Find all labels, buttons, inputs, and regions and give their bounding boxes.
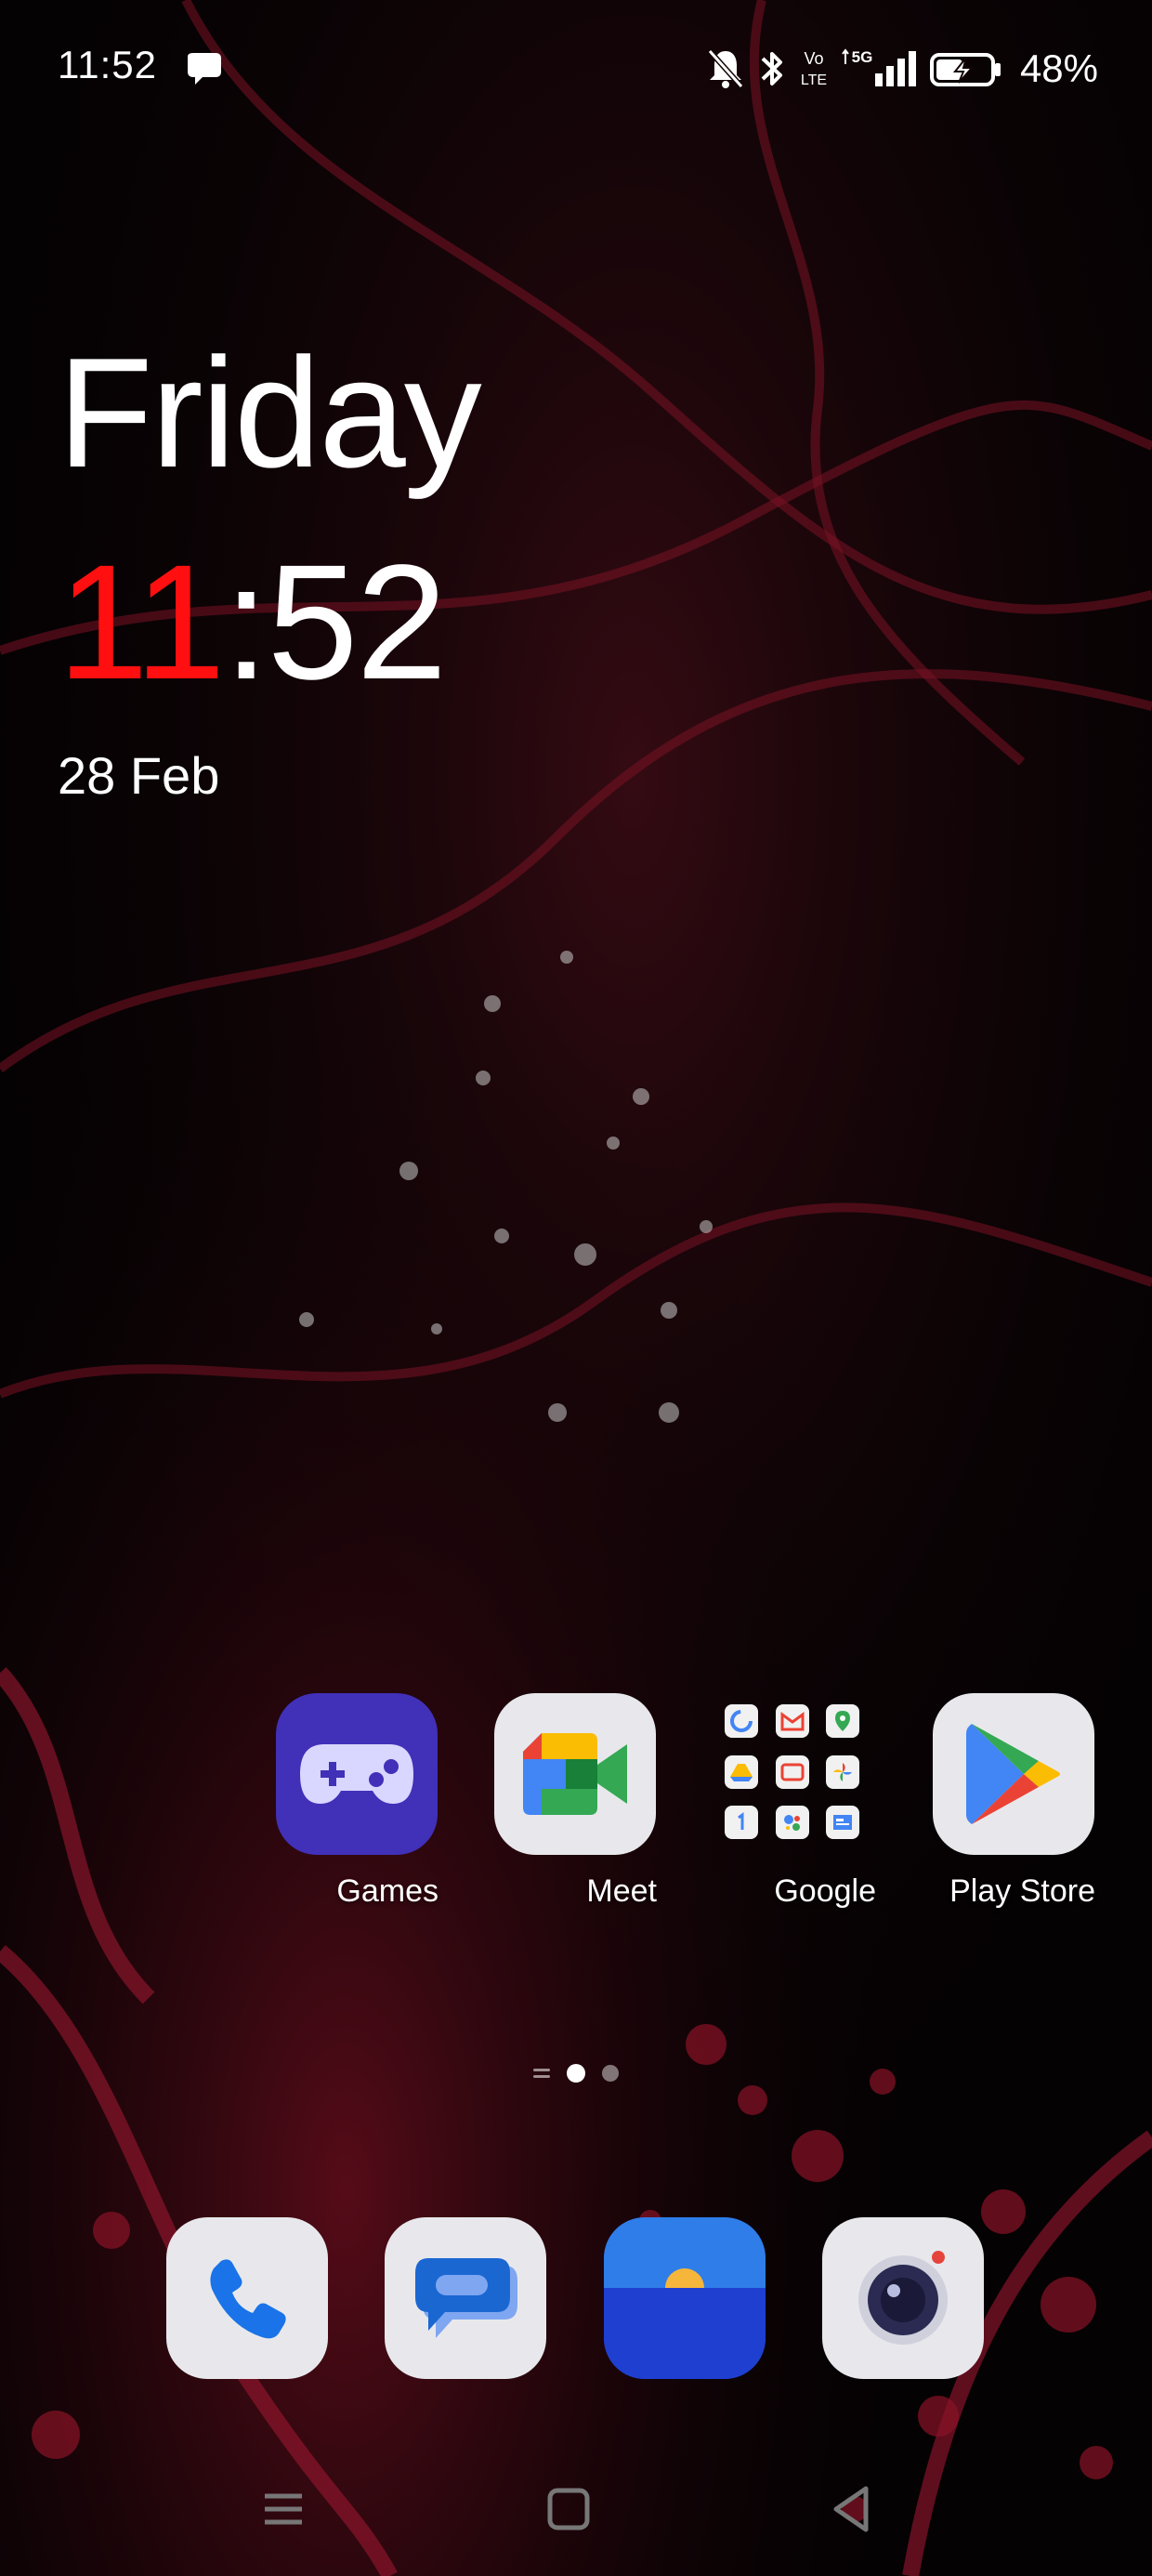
app-meet[interactable]: Meet	[493, 1693, 657, 1910]
app-play-store[interactable]: Play Store	[932, 1693, 1095, 1910]
bluetooth-icon	[761, 52, 782, 85]
drive-icon	[725, 1755, 758, 1789]
dock-gallery-tile[interactable]	[604, 2217, 766, 2379]
back-icon[interactable]	[825, 2481, 881, 2537]
chat-bubble-icon	[188, 53, 221, 85]
clock-separator: :	[223, 532, 269, 714]
page-dot	[602, 2065, 619, 2082]
phone-icon	[210, 2259, 286, 2339]
svg-text:5G: 5G	[852, 48, 873, 66]
app-games-tile[interactable]	[276, 1693, 438, 1855]
app-play-store-label: Play Store	[949, 1873, 1095, 1909]
dock-messages[interactable]	[384, 2217, 547, 2379]
app-meet-label: Meet	[586, 1873, 657, 1909]
navigation-bar	[0, 2463, 1152, 2546]
app-folder-google-label: Google	[774, 1873, 876, 1909]
clock-widget[interactable]: Friday 11:52 28 Feb	[58, 325, 482, 806]
5g-signal-icon: 5G	[842, 48, 916, 86]
home-icon[interactable]	[541, 2481, 596, 2537]
app-games[interactable]: Games	[275, 1693, 439, 1910]
messages-icon	[415, 2258, 517, 2338]
clock-time: 11:52	[58, 541, 480, 704]
app-meet-tile[interactable]	[494, 1693, 656, 1855]
app-drawer-indicator-icon	[533, 2065, 550, 2082]
svg-text:LTE: LTE	[801, 72, 827, 88]
app-games-label: Games	[336, 1873, 439, 1909]
gamepad-icon	[300, 1744, 413, 1804]
clock-hour: 11	[58, 532, 226, 714]
app-folder-google[interactable]: Google	[713, 1693, 876, 1910]
volte-icon: Vo LTE	[801, 49, 827, 88]
google-g-icon	[725, 1704, 758, 1738]
dock-camera-tile[interactable]	[822, 2217, 984, 2379]
maps-icon	[826, 1704, 860, 1738]
weekday-label: Friday	[58, 325, 482, 500]
play-store-icon	[966, 1724, 1060, 1824]
clock-minute: 52	[267, 532, 448, 714]
dock-camera[interactable]	[821, 2217, 985, 2379]
gallery-icon	[604, 2217, 766, 2379]
page-dot-current	[567, 2064, 585, 2083]
camera-icon	[858, 2251, 948, 2345]
photos-icon	[826, 1755, 860, 1789]
news-icon	[826, 1806, 860, 1840]
dock-messages-tile[interactable]	[385, 2217, 546, 2379]
page-indicator[interactable]	[0, 2059, 1152, 2087]
status-time: 11:52	[58, 43, 157, 86]
gmail-icon	[775, 1704, 809, 1738]
google-one-icon	[725, 1806, 758, 1840]
app-play-store-tile[interactable]	[933, 1693, 1094, 1855]
svg-text:Vo: Vo	[804, 49, 823, 68]
dock-phone[interactable]	[165, 2217, 329, 2379]
battery-percent: 48%	[1019, 46, 1098, 90]
google-meet-icon	[523, 1733, 627, 1815]
battery-charging-icon	[929, 53, 1001, 86]
folder-icon[interactable]	[713, 1693, 875, 1855]
assistant-icon	[775, 1806, 809, 1840]
dock-phone-tile[interactable]	[166, 2217, 328, 2379]
recents-icon[interactable]	[255, 2481, 311, 2537]
notifications-off-icon	[707, 48, 744, 89]
date-label: 28 Feb	[58, 746, 220, 805]
dock-gallery[interactable]	[603, 2217, 766, 2379]
status-icons: Vo LTE 5G 48%	[704, 41, 1098, 97]
status-bar[interactable]: 11:52 Vo LTE 5G 48%	[0, 0, 1152, 139]
tv-icon	[775, 1755, 809, 1789]
